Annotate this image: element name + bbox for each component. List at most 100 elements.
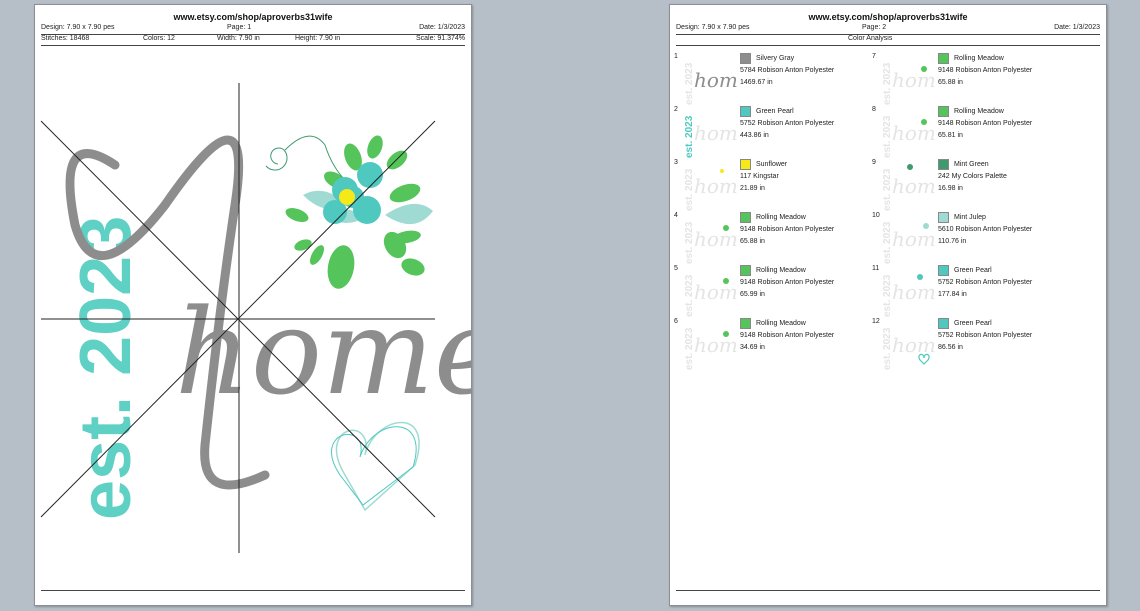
svg-text:est. 2023: est. 2023	[684, 168, 695, 211]
color-swatch	[740, 212, 751, 223]
color-name: Rolling Meadow	[756, 267, 806, 274]
home-text: home	[175, 283, 471, 421]
thread-code: 5752 Robison Anton Polyester	[938, 279, 1033, 286]
thread-length: 177.84 in	[938, 291, 967, 298]
thread-code: 5784 Robison Anton Polyester	[740, 67, 835, 74]
thread-length: 110.76 in	[938, 238, 967, 245]
color-name: Rolling Meadow	[954, 108, 1004, 115]
color-entry-number: 11	[872, 265, 880, 272]
thread-code: 117 Kingstar	[740, 173, 779, 180]
color-entry: 2 homeest. 2023 Green Pearl 5752 Robison An…	[674, 106, 849, 158]
thread-code: 9148 Robison Anton Polyester	[938, 67, 1033, 74]
color-entry-thumbnail: homeest. 2023	[882, 115, 936, 158]
thread-length: 86.56 in	[938, 344, 963, 351]
header-divider	[676, 45, 1100, 46]
preview-page-1: www.etsy.com/shop/aproverbs31wife Design…	[34, 4, 472, 606]
svg-text:home: home	[892, 333, 936, 357]
color-entry-number: 12	[872, 318, 880, 325]
thread-code: 5752 Robison Anton Polyester	[938, 332, 1033, 339]
color-entry-thumbnail: homeest. 2023	[684, 327, 738, 370]
color-name: Green Pearl	[954, 267, 992, 274]
color-entry-thumbnail: homeest. 2023	[882, 164, 936, 211]
thread-length: 21.89 in	[740, 185, 765, 192]
color-entry: 4 homeest. 2023 Rolling Meadow 9148 Robison…	[674, 212, 849, 264]
header-row-2: Color Analysis	[676, 35, 1100, 45]
color-swatch	[938, 159, 949, 170]
color-entry: 3 homeest. 2023 Sunflower 117 Kingstar 21.89…	[674, 159, 849, 211]
color-swatch	[938, 318, 949, 329]
color-entry: 11 homeest. 2023 Green Pearl 5752 Robison A…	[872, 265, 1047, 317]
svg-text:est. 2023: est. 2023	[882, 274, 893, 317]
color-name: Silvery Gray	[756, 55, 795, 62]
color-swatch	[740, 318, 751, 329]
color-name: Green Pearl	[954, 320, 992, 327]
date: Date: 1/3/2023	[1054, 24, 1100, 31]
thread-length: 443.86 in	[740, 132, 769, 139]
color-entry: 8 homeest. 2023 Rolling Meadow 9148 Robison…	[872, 106, 1047, 158]
svg-text:home: home	[892, 280, 936, 304]
color-swatch	[740, 159, 751, 170]
color-entry-thumbnail: homeest. 2023	[882, 327, 936, 370]
color-entry-number: 9	[872, 159, 876, 166]
color-name: Rolling Meadow	[954, 55, 1004, 62]
svg-text:home: home	[892, 121, 936, 145]
color-entry-thumbnail: homeest. 2023	[684, 62, 738, 105]
svg-text:est. 2023: est. 2023	[684, 62, 695, 105]
svg-text:est. 2023: est. 2023	[684, 274, 695, 317]
thread-code: 9148 Robison Anton Polyester	[938, 120, 1033, 127]
thread-code: 9148 Robison Anton Polyester	[740, 332, 835, 339]
color-entry-thumbnail: homeest. 2023	[684, 168, 738, 211]
color-entry-number: 2	[674, 106, 678, 113]
preview-page-2: www.etsy.com/shop/aproverbs31wife Design…	[669, 4, 1107, 606]
thread-length: 65.88 in	[740, 238, 765, 245]
svg-text:est. 2023: est. 2023	[882, 168, 893, 211]
svg-text:est. 2023: est. 2023	[684, 115, 695, 158]
color-swatch	[938, 265, 949, 276]
color-name: Sunflower	[756, 161, 788, 168]
color-name: Mint Green	[954, 161, 989, 168]
color-entry-thumbnail: homeest. 2023	[684, 115, 738, 158]
page-number: Page: 2	[862, 24, 887, 31]
footer-line	[41, 590, 465, 591]
thread-length: 34.69 in	[740, 344, 765, 351]
color-name: Rolling Meadow	[756, 214, 806, 221]
color-entry: 9 homeest. 2023 Mint Green 242 My Colors Pa…	[872, 159, 1047, 211]
svg-text:home: home	[694, 227, 738, 251]
thread-length: 65.88 in	[938, 79, 963, 86]
color-name: Green Pearl	[756, 108, 794, 115]
color-entry-thumbnail: homeest. 2023	[684, 221, 738, 264]
thread-length: 65.81 in	[938, 132, 963, 139]
section-title: Color Analysis	[848, 35, 893, 42]
svg-text:est. 2023: est. 2023	[684, 221, 695, 264]
svg-text:home: home	[892, 68, 936, 92]
color-swatch	[740, 53, 751, 64]
color-entry: 7 homeest. 2023 Rolling Meadow 9148 Robison…	[872, 53, 1047, 105]
color-entry-thumbnail: homeest. 2023	[684, 274, 738, 317]
svg-text:est. 2023: est. 2023	[882, 327, 893, 370]
color-name: Rolling Meadow	[756, 320, 806, 327]
thread-length: 1469.67 in	[740, 79, 773, 86]
color-entry-number: 10	[872, 212, 880, 219]
color-entry-number: 8	[872, 106, 876, 113]
color-entry: 1 homeest. 2023 Silvery Gray 5784 Robison A…	[674, 53, 849, 105]
svg-text:home: home	[694, 121, 738, 145]
color-swatch	[740, 265, 751, 276]
color-entry: 12homeest. 2023Green Pearl5752 Robison A…	[872, 318, 1047, 370]
color-entry-number: 3	[674, 159, 678, 166]
svg-text:home: home	[694, 174, 738, 198]
header-row-1: Design: 7.90 x 7.90 pes Page: 2 Date: 1/…	[676, 24, 1100, 34]
color-name: Mint Julep	[954, 214, 986, 221]
color-entry: 5 homeest. 2023 Rolling Meadow 9148 Robison…	[674, 265, 849, 317]
thread-code: 9148 Robison Anton Polyester	[740, 226, 835, 233]
color-entry-number: 1	[674, 53, 678, 60]
thread-length: 65.99 in	[740, 291, 765, 298]
color-entry-thumbnail: homeest. 2023	[882, 62, 936, 105]
color-entry-number: 5	[674, 265, 678, 272]
page-url: www.etsy.com/shop/aproverbs31wife	[808, 12, 968, 22]
year-text: est. 2023	[66, 216, 146, 520]
thread-code: 5610 Robison Anton Polyester	[938, 226, 1033, 233]
color-swatch	[938, 53, 949, 64]
svg-text:home: home	[892, 174, 936, 198]
thread-length: 16.98 in	[938, 185, 963, 192]
color-entry-number: 6	[674, 318, 678, 325]
